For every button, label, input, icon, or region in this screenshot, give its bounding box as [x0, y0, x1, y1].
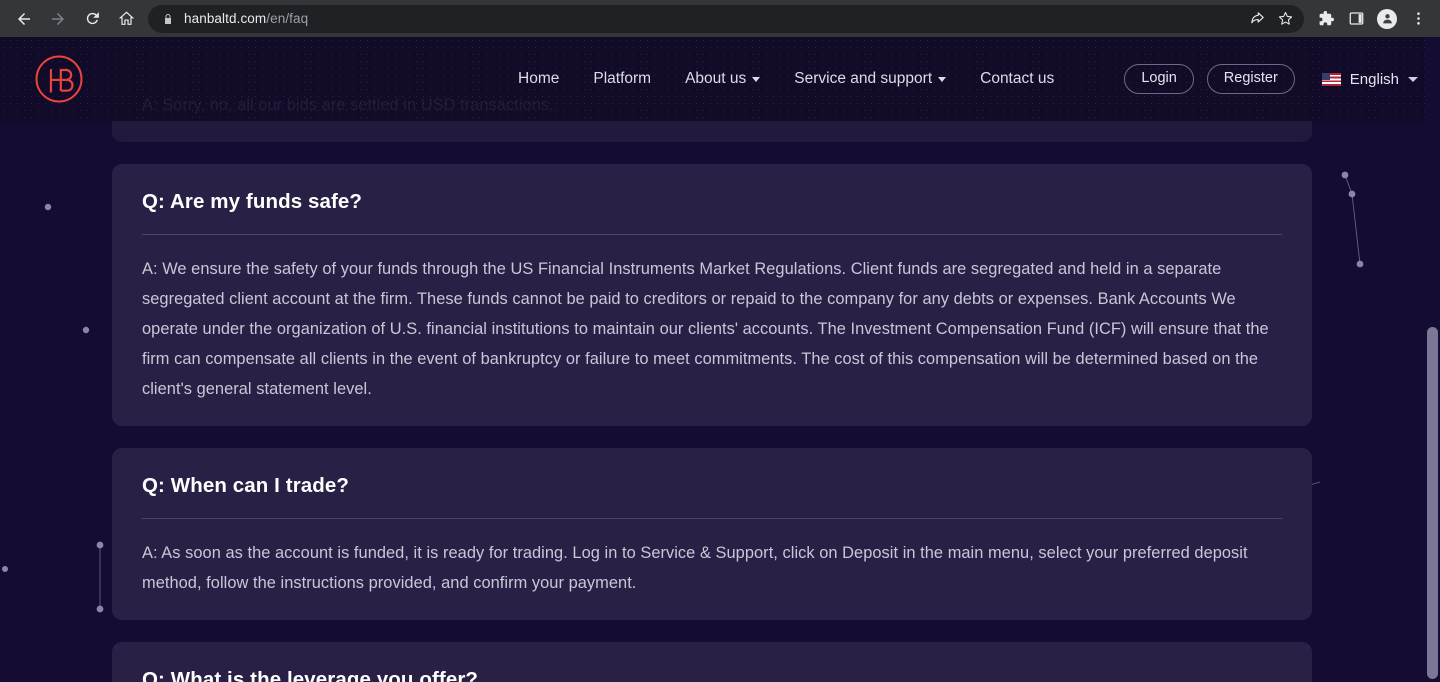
- back-button[interactable]: [8, 3, 40, 35]
- omnibox-actions: [1244, 5, 1298, 33]
- browser-menu-button[interactable]: [1405, 6, 1431, 32]
- nav-item-label: Contact us: [980, 70, 1055, 87]
- nav-item-about-us[interactable]: About us: [685, 70, 761, 88]
- faq-divider: [142, 518, 1282, 519]
- faq-answer: A: As soon as the account is funded, it …: [142, 544, 1248, 592]
- main-navigation: Home Platform About us Service and suppo…: [518, 70, 1054, 88]
- browser-toolbar: hanbaltd.com/en/faq: [0, 0, 1440, 37]
- faq-divider: [142, 234, 1282, 235]
- site-logo[interactable]: [0, 37, 118, 121]
- share-button[interactable]: [1244, 6, 1270, 32]
- puzzle-extensions-icon: [1319, 10, 1334, 26]
- star-bookmark-icon: [1278, 11, 1292, 25]
- forward-arrow-icon: [52, 12, 64, 25]
- browser-action-icons: [1312, 6, 1440, 32]
- faq-card-funds-safe[interactable]: Q: Are my funds safe? A: We ensure the s…: [112, 164, 1312, 426]
- chevron-down-icon: [938, 76, 947, 82]
- vertical-scrollbar[interactable]: [1425, 37, 1440, 682]
- language-label: English: [1349, 70, 1399, 88]
- chevron-down-icon: [1408, 76, 1418, 82]
- language-selector[interactable]: English: [1321, 70, 1418, 88]
- nav-item-label: Platform: [593, 70, 652, 87]
- faq-card-leverage[interactable]: Q: What is the leverage you offer? A: We…: [112, 642, 1312, 682]
- address-bar[interactable]: hanbaltd.com/en/faq: [148, 4, 1304, 33]
- nav-item-home[interactable]: Home: [518, 70, 559, 88]
- faq-question: Q: When can I trade?: [142, 474, 350, 497]
- home-button[interactable]: [110, 3, 142, 35]
- nav-item-label: Service and support: [794, 70, 933, 87]
- url-text: hanbaltd.com/en/faq: [184, 11, 308, 26]
- nav-item-contact-us[interactable]: Contact us: [980, 70, 1054, 88]
- faq-question: Q: What is the leverage you offer?: [142, 668, 479, 682]
- side-panel-button[interactable]: [1343, 6, 1369, 32]
- chevron-down-icon: [752, 76, 761, 82]
- extensions-button[interactable]: [1312, 6, 1338, 32]
- faq-card-when-can-i-trade[interactable]: Q: When can I trade? A: As soon as the a…: [112, 448, 1312, 620]
- scrollbar-thumb[interactable]: [1427, 327, 1438, 679]
- us-flag-icon: [1321, 72, 1341, 86]
- reload-button[interactable]: [76, 3, 108, 35]
- url-path: /en/faq: [266, 11, 309, 26]
- profile-button[interactable]: [1374, 6, 1400, 32]
- login-button[interactable]: Login: [1124, 64, 1194, 94]
- home-icon: [118, 11, 134, 25]
- three-dot-menu-icon: [1416, 12, 1420, 25]
- faq-question: Q: Are my funds safe?: [142, 190, 363, 213]
- nav-item-platform[interactable]: Platform: [593, 70, 651, 88]
- register-button[interactable]: Register: [1206, 64, 1295, 94]
- page-viewport: A: Sorry, no, all our bids are settled i…: [0, 37, 1440, 682]
- url-domain: hanbaltd.com: [184, 11, 267, 26]
- browser-nav-buttons: [0, 3, 142, 35]
- lock-icon: [162, 12, 174, 26]
- side-panel-icon: [1349, 12, 1363, 25]
- nav-item-label: Home: [518, 70, 560, 87]
- profile-avatar-icon: [1377, 8, 1397, 29]
- faq-answer: A: We ensure the safety of your funds th…: [142, 260, 1269, 398]
- back-arrow-icon: [18, 12, 30, 25]
- share-icon: [1250, 12, 1264, 24]
- nav-item-label: About us: [685, 70, 747, 87]
- navbar-actions: Login Register English: [1124, 64, 1418, 94]
- faq-content: A: Sorry, no, all our bids are settled i…: [0, 37, 1424, 682]
- reload-icon: [86, 12, 99, 25]
- site-navbar: Home Platform About us Service and suppo…: [0, 37, 1440, 121]
- forward-button[interactable]: [42, 3, 74, 35]
- hb-logo-icon: [35, 55, 83, 103]
- bookmark-button[interactable]: [1272, 6, 1298, 32]
- nav-item-service-and-support[interactable]: Service and support: [794, 70, 947, 88]
